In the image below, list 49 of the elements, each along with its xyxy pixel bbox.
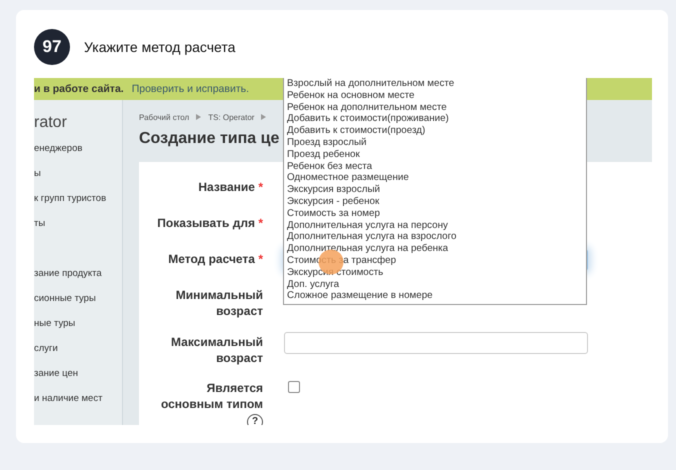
dropdown-option[interactable]: Экскурсия взрослый: [287, 184, 583, 196]
field-label: Максимальный возраст: [170, 334, 263, 366]
dropdown-option[interactable]: Проезд ребенок: [287, 148, 583, 161]
required-mark: *: [258, 180, 263, 194]
help-icon[interactable]: ?: [247, 414, 263, 425]
dropdown-option[interactable]: Доп. услуга: [287, 278, 583, 290]
dropdown-option[interactable]: Сложное размещение в номере: [287, 290, 583, 302]
dropdown-option[interactable]: Ребенок без места: [287, 160, 583, 172]
dropdown-option[interactable]: Одноместное размещение: [287, 172, 583, 184]
field-label: Название: [198, 179, 255, 195]
input-field[interactable]: [284, 332, 588, 354]
required-mark: *: [258, 252, 263, 266]
sidebar-title: rator: [34, 113, 68, 133]
field-label: Минимальный возраст: [174, 287, 263, 319]
dropdown-option[interactable]: Добавить к стоимости(проезд): [287, 125, 583, 137]
checkbox[interactable]: [288, 381, 300, 393]
field-label: Является основным типом: [160, 380, 263, 412]
breadcrumb-link[interactable]: Рабочий стол: [139, 112, 190, 122]
required-mark: *: [258, 216, 263, 230]
dropdown-option[interactable]: Проезд взрослый: [287, 136, 583, 149]
dropdown-option[interactable]: Добавить к стоимости(проживание): [287, 113, 583, 126]
warning-text: и в работе сайта.: [34, 83, 124, 95]
step-instruction: Укажите метод расчета: [84, 39, 236, 55]
page-title: Создание типа це: [139, 130, 280, 149]
dropdown-option[interactable]: Ребенок на дополнительном месте: [287, 102, 583, 114]
dropdown-option[interactable]: Стоимость за номер: [287, 208, 583, 220]
sidebar-item[interactable]: енеджеров: [34, 136, 122, 161]
sidebar-item[interactable]: и наличие мест: [34, 386, 122, 411]
sidebar-item[interactable]: к групп туристов: [34, 186, 122, 211]
dropdown-option[interactable]: Экскурсия - ребенок: [287, 196, 583, 208]
sidebar-item[interactable]: зание цен: [34, 361, 122, 386]
sidebar-item[interactable]: ные туры: [34, 311, 122, 336]
field-label: Показывать для: [157, 215, 255, 231]
dropdown-option[interactable]: Ребенок на основном месте: [287, 90, 583, 102]
sidebar-item[interactable]: зание продукта: [34, 261, 122, 286]
sidebar-item[interactable]: слуги: [34, 336, 122, 361]
chevron-icon: [261, 114, 266, 120]
chevron-icon: [196, 114, 202, 120]
breadcrumb-link[interactable]: TS: Operator: [208, 112, 254, 122]
dropdown-option[interactable]: Дополнительная услуга на ребенка: [287, 243, 583, 255]
field-label: Метод расчета: [168, 251, 255, 267]
dropdown-option[interactable]: Дополнительная услуга на персону: [287, 220, 583, 232]
dropdown-option[interactable]: Взрослый на дополнительном месте: [287, 78, 583, 90]
sidebar-item[interactable]: ты: [34, 211, 122, 236]
step-number: 97: [34, 29, 70, 65]
dropdown-option[interactable]: Дополнительная услуга на взрослого: [287, 231, 583, 244]
fix-link[interactable]: Проверить и исправить.: [132, 83, 250, 95]
sidebar-item[interactable]: сионные туры: [34, 286, 122, 311]
sidebar-item[interactable]: ы: [34, 161, 122, 186]
